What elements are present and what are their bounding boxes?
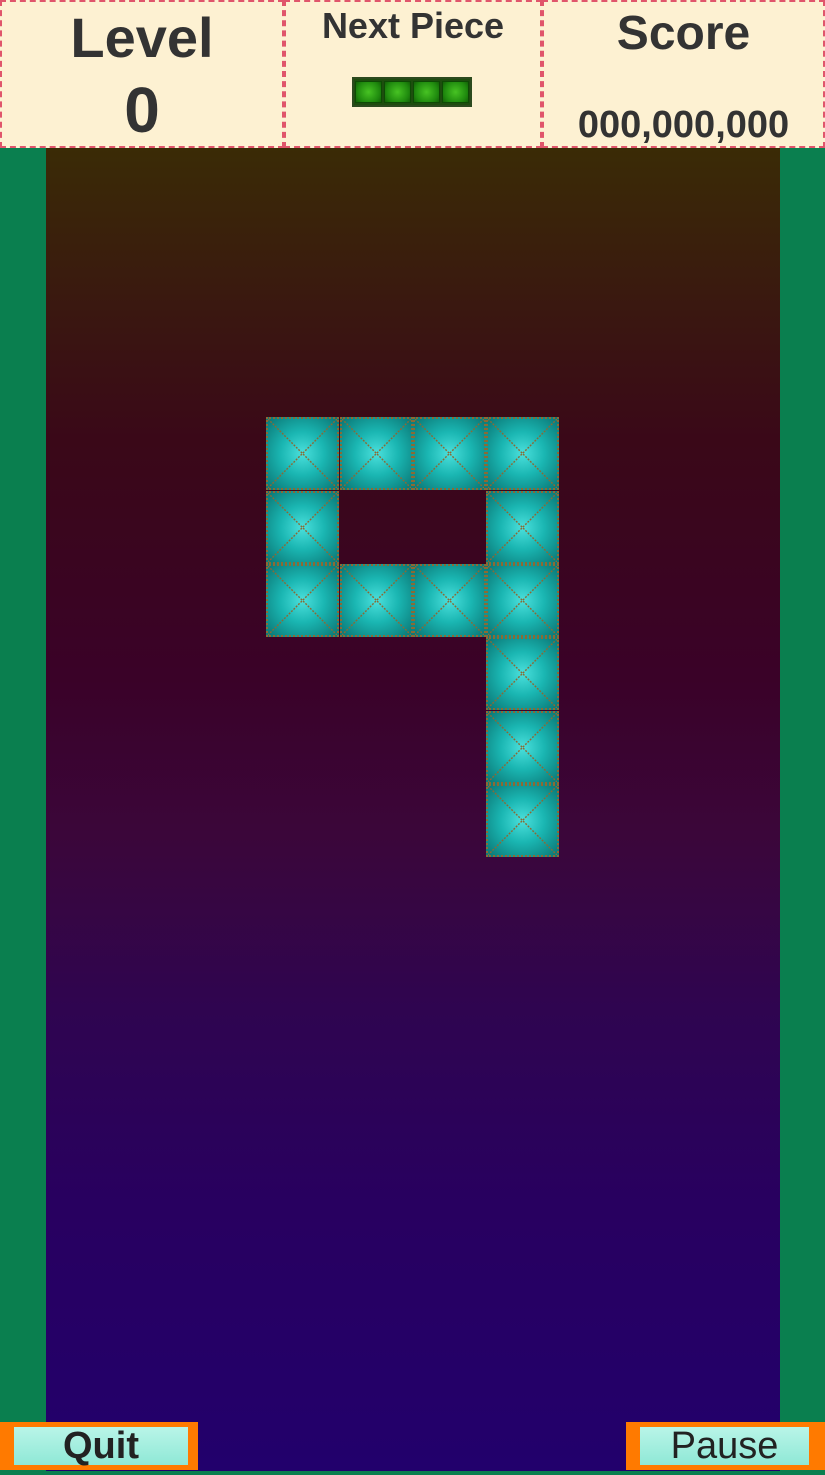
next-piece-cell (413, 81, 440, 103)
pause-button[interactable]: Pause (640, 1427, 809, 1465)
quit-button-frame: Quit (0, 1422, 198, 1470)
board-block (486, 784, 560, 858)
score-value: 000,000,000 (577, 104, 790, 146)
pause-button-frame: Pause (626, 1422, 825, 1470)
next-piece-preview (352, 77, 472, 107)
game-board[interactable] (46, 148, 780, 1471)
score-label: Score (616, 7, 751, 60)
board-block (486, 417, 560, 491)
level-value: 0 (124, 74, 160, 146)
board-block (266, 490, 340, 564)
next-piece-label: Next Piece (321, 5, 505, 46)
level-panel: Level 0 (0, 0, 284, 148)
next-piece-cell (355, 81, 382, 103)
board-block (413, 564, 486, 637)
board-block (413, 417, 486, 491)
board-block (339, 417, 413, 491)
board-block (266, 564, 340, 637)
score-panel: Score 000,000,000 (542, 0, 825, 148)
next-piece-cell (442, 81, 469, 103)
board-block (486, 490, 560, 564)
level-label: Level (70, 6, 214, 69)
game-screen: Level 0 Next Piece Score 000,000,000 Qui… (0, 0, 825, 1475)
board-block (266, 417, 340, 491)
quit-button[interactable]: Quit (14, 1427, 188, 1465)
next-piece-cell (384, 81, 411, 103)
board-block (486, 637, 560, 711)
hud-bar: Level 0 Next Piece Score 000,000,000 (0, 0, 825, 148)
board-block (486, 710, 560, 784)
next-piece-panel: Next Piece (284, 0, 542, 148)
board-block (339, 564, 413, 637)
board-block (486, 564, 560, 637)
